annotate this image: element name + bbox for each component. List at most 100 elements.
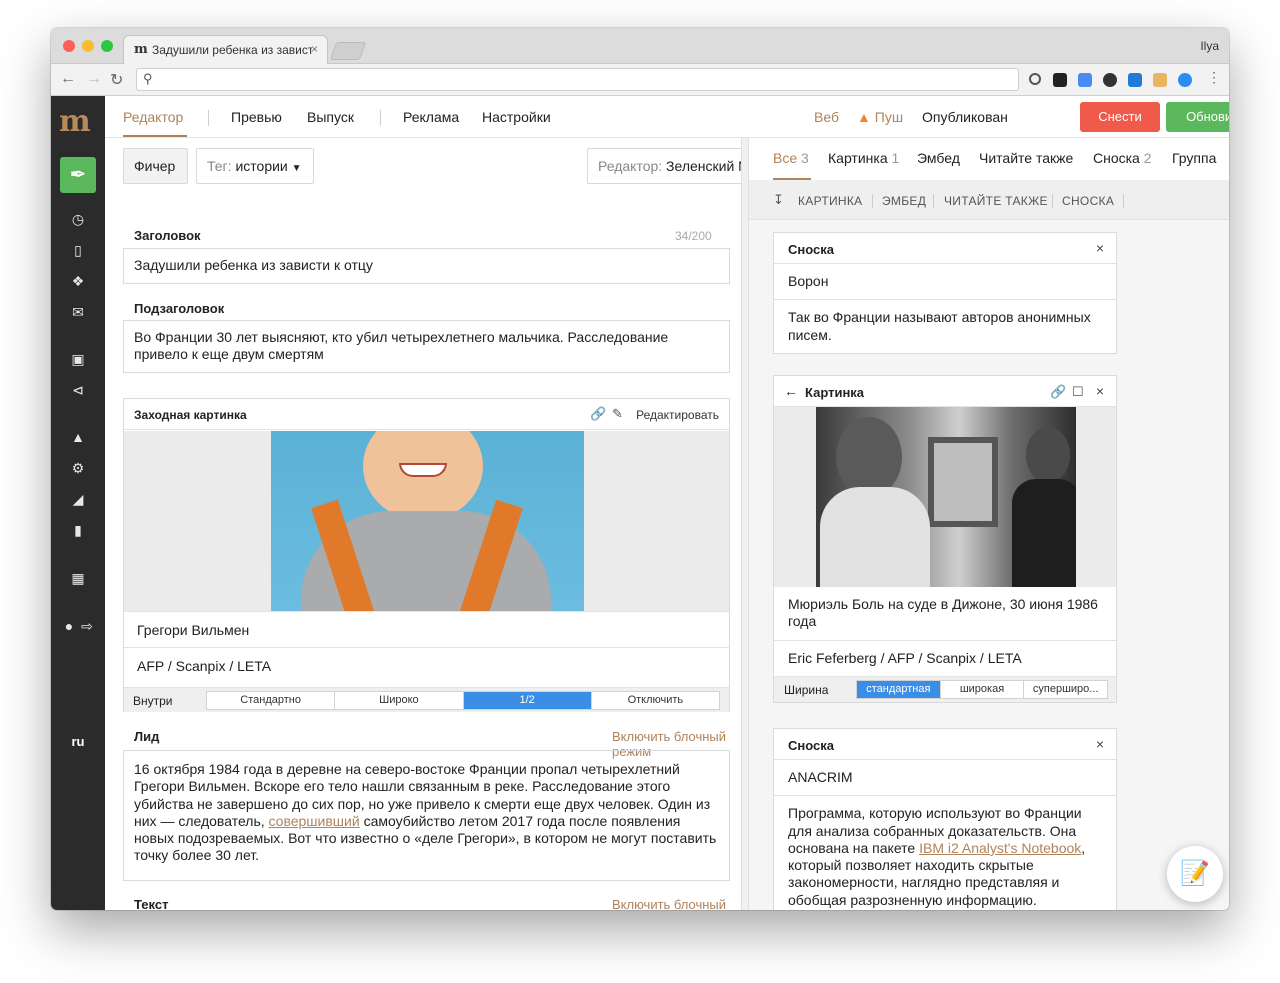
cover-image-block: Заходная картинка 🔗 ✎ Редактировать Грег… <box>123 398 730 712</box>
forward-icon[interactable]: → <box>86 70 102 88</box>
text-block-mode-link[interactable]: Включить блочный режим <box>612 897 741 910</box>
back-icon[interactable]: ← <box>60 70 76 88</box>
footnote-description[interactable]: Программа, которую используют во Франции… <box>774 796 1116 910</box>
tool-image[interactable]: КАРТИНКА <box>798 194 862 208</box>
subtitle-input[interactable]: Во Франции 30 лет выясняют, кто убил чет… <box>123 320 730 373</box>
close-icon[interactable]: × <box>1096 240 1104 256</box>
delete-button[interactable]: Снести <box>1080 102 1160 132</box>
tab-embed[interactable]: Эмбед <box>917 150 960 166</box>
boy-photo[interactable] <box>271 431 584 611</box>
update-button[interactable]: Обновить <box>1166 102 1229 132</box>
option-half[interactable]: 1/2 <box>463 692 592 709</box>
editor-select[interactable]: Редактор: Зеленский М. ▼ <box>587 148 741 184</box>
pencil-icon[interactable]: ✎ <box>612 406 623 422</box>
nav-issue[interactable]: Выпуск <box>307 109 354 125</box>
web-link[interactable]: Веб <box>814 109 839 125</box>
face-extension-icon[interactable] <box>1153 73 1167 87</box>
minimize-window-button[interactable] <box>82 40 94 52</box>
card-title: Сноска <box>788 738 834 753</box>
new-tab-button[interactable] <box>329 42 367 60</box>
color-extension-icon[interactable] <box>1103 73 1117 87</box>
image-credit[interactable]: Eric Feferberg / AFP / Scanpix / LETA <box>774 641 1116 677</box>
reload-icon[interactable]: ↻ <box>110 70 123 90</box>
nav-preview[interactable]: Превью <box>231 109 282 125</box>
logo[interactable]: m <box>59 104 91 139</box>
link-icon[interactable]: 🔗 <box>590 406 606 422</box>
tab-group[interactable]: Группа <box>1172 150 1216 166</box>
expand-icon[interactable]: ☐ <box>1072 384 1084 400</box>
tags-icon[interactable]: ❖ <box>51 273 105 290</box>
close-icon[interactable]: × <box>1096 736 1104 752</box>
image-caption[interactable]: Мюриэль Боль на суде в Дижоне, 30 июня 1… <box>774 587 1116 641</box>
close-icon[interactable]: × <box>1096 383 1104 399</box>
language-switch[interactable]: ru <box>51 734 105 749</box>
card-title: Сноска <box>788 242 834 257</box>
notepad-icon: 📝 <box>1180 860 1210 887</box>
browser-tab[interactable]: m Задушили ребенка из зависти к отцу × <box>123 35 328 64</box>
close-window-button[interactable] <box>63 40 75 52</box>
tool-footnote[interactable]: СНОСКА <box>1062 194 1114 208</box>
tag-select[interactable]: Тег: истории ▼ <box>196 148 314 184</box>
nav-editor[interactable]: Редактор <box>123 109 183 125</box>
lead-link[interactable]: совершивший <box>269 813 360 829</box>
trello-extension-icon[interactable] <box>1128 73 1142 87</box>
maximize-window-button[interactable] <box>101 40 113 52</box>
menu-icon[interactable]: ⋮ <box>1207 69 1221 86</box>
footnote-term[interactable]: Ворон <box>774 264 1116 301</box>
monitor-icon[interactable]: ▣ <box>51 351 105 368</box>
tab-read-also[interactable]: Читайте также <box>979 150 1073 166</box>
browser-toolbar: ← → ↻ ⚲ ⋮ <box>51 64 1229 96</box>
browser-window: m Задушили ребенка из зависти к отцу × I… <box>51 28 1229 910</box>
tab-footnote[interactable]: Сноска 2 <box>1093 150 1152 166</box>
option-disable[interactable]: Отключить <box>592 692 719 709</box>
gear-icon[interactable]: ⚙ <box>51 460 105 477</box>
type-chip[interactable]: Фичер <box>123 148 188 184</box>
title-input[interactable]: Задушили ребенка из зависти к отцу <box>123 248 730 284</box>
width-standard[interactable]: стандартная <box>857 680 941 698</box>
calculator-icon[interactable]: ▦ <box>51 570 105 587</box>
chart-icon[interactable]: ◢ <box>51 491 105 508</box>
clock-icon[interactable]: ◷ <box>51 211 105 228</box>
notes-extension-icon[interactable] <box>1053 73 1067 87</box>
tab-close-icon[interactable]: × <box>311 42 318 56</box>
nav-ads[interactable]: Реклама <box>403 109 459 125</box>
footnote-term[interactable]: ANACRIM <box>774 760 1116 797</box>
document-icon[interactable]: ▯ <box>51 242 105 259</box>
width-wide[interactable]: широкая <box>941 680 1025 698</box>
nav-separator <box>208 110 209 126</box>
image-caption[interactable]: Грегори Вильмен <box>124 611 729 647</box>
mail-icon[interactable]: ✉ <box>51 304 105 321</box>
tab-all[interactable]: Все 3 <box>773 150 809 166</box>
edit-image-link[interactable]: Редактировать <box>636 408 719 422</box>
footnote-link[interactable]: IBM i2 Analyst's Notebook <box>919 840 1081 856</box>
link-icon[interactable]: 🔗 <box>1050 384 1066 400</box>
tab-image[interactable]: Картинка 1 <box>828 150 899 166</box>
megaphone-icon[interactable]: ▲ <box>51 429 105 445</box>
book-icon[interactable]: ▮ <box>51 522 105 539</box>
placement-options: Стандартно Широко 1/2 Отключить <box>206 691 720 710</box>
notes-fab-button[interactable]: 📝 <box>1167 846 1223 902</box>
lead-input[interactable]: 16 октября 1984 года в деревне на северо… <box>123 750 730 881</box>
width-superwide[interactable]: суперширо... <box>1024 681 1107 698</box>
insert-icon[interactable]: ↧ <box>773 192 784 208</box>
footnote-description[interactable]: Так во Франции называют авторов анонимны… <box>774 300 1116 353</box>
panel-resize-handle[interactable] <box>741 138 749 910</box>
push-link[interactable]: ▲ Пуш <box>857 109 903 125</box>
courtroom-photo[interactable] <box>816 407 1076 587</box>
inside-label: Внутри <box>133 694 173 708</box>
card-header: ← Картинка 🔗 ☐ × <box>774 376 1116 407</box>
tool-read-also[interactable]: ЧИТАЙТЕ ТАКЖЕ <box>944 194 1048 208</box>
chat-extension-icon[interactable] <box>1178 73 1192 87</box>
address-bar[interactable]: ⚲ <box>136 68 1019 91</box>
image-credit[interactable]: AFP / Scanpix / LETA <box>124 647 729 683</box>
back-arrow-icon[interactable]: ← <box>784 383 798 399</box>
nav-settings[interactable]: Настройки <box>482 109 551 125</box>
option-standard[interactable]: Стандартно <box>207 692 336 709</box>
translate-extension-icon[interactable] <box>1078 73 1092 87</box>
option-wide[interactable]: Широко <box>335 692 464 709</box>
feather-icon[interactable]: ✒ <box>60 157 96 193</box>
profile-name[interactable]: Ilya <box>1200 39 1219 53</box>
tool-embed[interactable]: ЭМБЕД <box>882 194 926 208</box>
info-extension-icon[interactable] <box>1029 73 1041 85</box>
share-icon[interactable]: ⊲ <box>51 382 105 399</box>
